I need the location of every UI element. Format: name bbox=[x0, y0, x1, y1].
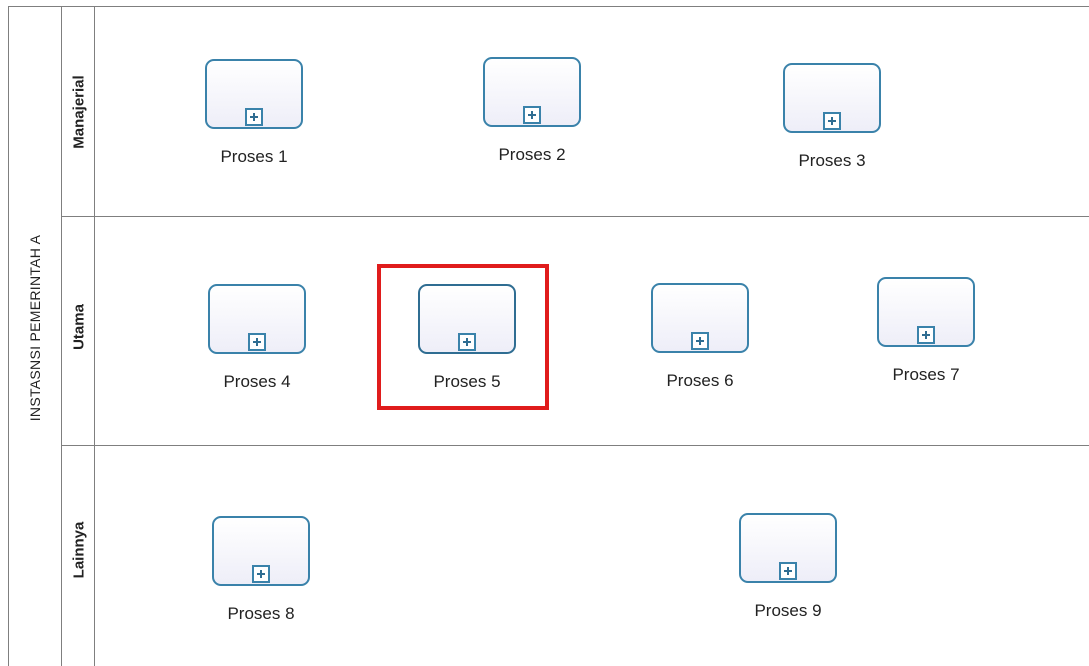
task-proses-8[interactable]: Proses 8 bbox=[212, 516, 310, 623]
task-proses-2[interactable]: Proses 2 bbox=[483, 57, 581, 164]
task-proses-7[interactable]: Proses 7 bbox=[877, 277, 975, 384]
task-proses-4[interactable]: Proses 4 bbox=[208, 284, 306, 391]
task-label: Proses 7 bbox=[892, 365, 960, 384]
plus-icon bbox=[523, 106, 541, 124]
plus-icon bbox=[823, 112, 841, 130]
task-proses-1[interactable]: Proses 1 bbox=[205, 59, 303, 166]
task-label: Proses 6 bbox=[666, 371, 734, 390]
plus-icon bbox=[248, 333, 266, 351]
highlight-box bbox=[377, 264, 549, 410]
task-proses-6[interactable]: Proses 6 bbox=[651, 283, 749, 390]
pool-title: INSTASNSI PEMERINTAH A bbox=[27, 234, 43, 422]
lane-divider bbox=[62, 216, 1089, 217]
plus-icon bbox=[252, 565, 270, 583]
lane-divider bbox=[62, 445, 1089, 446]
lane-title-utama: Utama bbox=[70, 304, 88, 350]
plus-icon bbox=[691, 332, 709, 350]
task-proses-9[interactable]: Proses 9 bbox=[739, 513, 837, 620]
task-label: Proses 4 bbox=[223, 372, 291, 391]
lane-title-lainnya: Lainnya bbox=[70, 521, 88, 579]
task-label: Proses 3 bbox=[798, 151, 866, 170]
plus-icon bbox=[245, 108, 263, 126]
task-label: Proses 9 bbox=[754, 601, 822, 620]
task-proses-3[interactable]: Proses 3 bbox=[783, 63, 881, 170]
task-label: Proses 2 bbox=[498, 145, 566, 164]
lane-title-manajerial: Manajerial bbox=[70, 75, 88, 149]
task-label: Proses 1 bbox=[220, 147, 288, 166]
task-label: Proses 8 bbox=[227, 604, 295, 623]
plus-icon bbox=[917, 326, 935, 344]
plus-icon bbox=[779, 562, 797, 580]
